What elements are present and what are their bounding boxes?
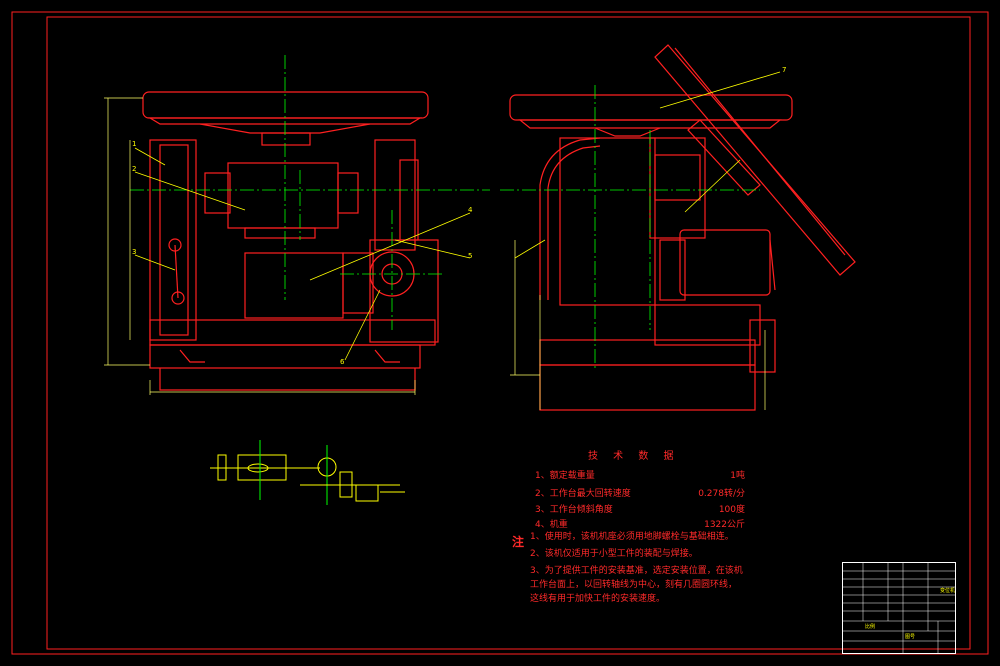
- title-block-grid: [843, 563, 955, 653]
- front-view-dimensions: [104, 97, 416, 395]
- spec-label: 4、机重: [535, 520, 568, 530]
- notes-mark: 注: [512, 535, 525, 549]
- callout-7: 7: [782, 66, 787, 74]
- title-block-label: 图号: [905, 634, 916, 640]
- leader-lines: [134, 71, 781, 361]
- spec-value: 1吨: [730, 471, 745, 481]
- spec-row: 2、工作台最大回转速度 0.278转/分: [535, 486, 745, 500]
- front-view: [142, 91, 439, 391]
- spec-row: 4、机重 1322公斤: [535, 517, 745, 531]
- outer-frame: [11, 11, 989, 655]
- tech-data-title: 技 术 数 据: [588, 451, 680, 462]
- spec-label: 3、工作台倾斜角度: [535, 505, 613, 515]
- spec-value: 1322公斤: [704, 520, 745, 530]
- title-block: 变位机 比例 图号: [842, 562, 956, 654]
- title-block-label: 比例: [865, 624, 876, 630]
- spec-label: 1、额定载重量: [535, 471, 595, 481]
- callout-3: 3: [132, 248, 137, 256]
- callout-6: 6: [340, 358, 345, 366]
- title-block-name: 变位机: [940, 588, 956, 594]
- callout-1: 1: [132, 140, 137, 148]
- spec-label: 2、工作台最大回转速度: [535, 489, 631, 499]
- note-item: 1、使用时，该机机座必须用地脚螺栓与基础相连。: [530, 532, 734, 542]
- kinematic-schematic: [210, 440, 405, 505]
- spec-row: 1、额定载重量 1吨: [535, 468, 745, 482]
- note-item: 3、为了提供工件的安装基准，选定安装位置，在该机工作台面上，以回转轴线为中心，刻…: [530, 566, 743, 604]
- spec-value: 0.278转/分: [698, 489, 745, 499]
- spec-value: 100度: [718, 505, 745, 515]
- inner-frame: [46, 16, 971, 650]
- front-view-centerlines: [130, 55, 490, 330]
- note-item: 2、该机仅适用于小型工件的装配与焊接。: [530, 549, 698, 559]
- side-view: [509, 44, 856, 411]
- callout-2: 2: [132, 165, 137, 173]
- callout-5: 5: [468, 252, 473, 260]
- callout-4: 4: [468, 206, 473, 214]
- spec-row: 3、工作台倾斜角度 100度: [535, 502, 745, 516]
